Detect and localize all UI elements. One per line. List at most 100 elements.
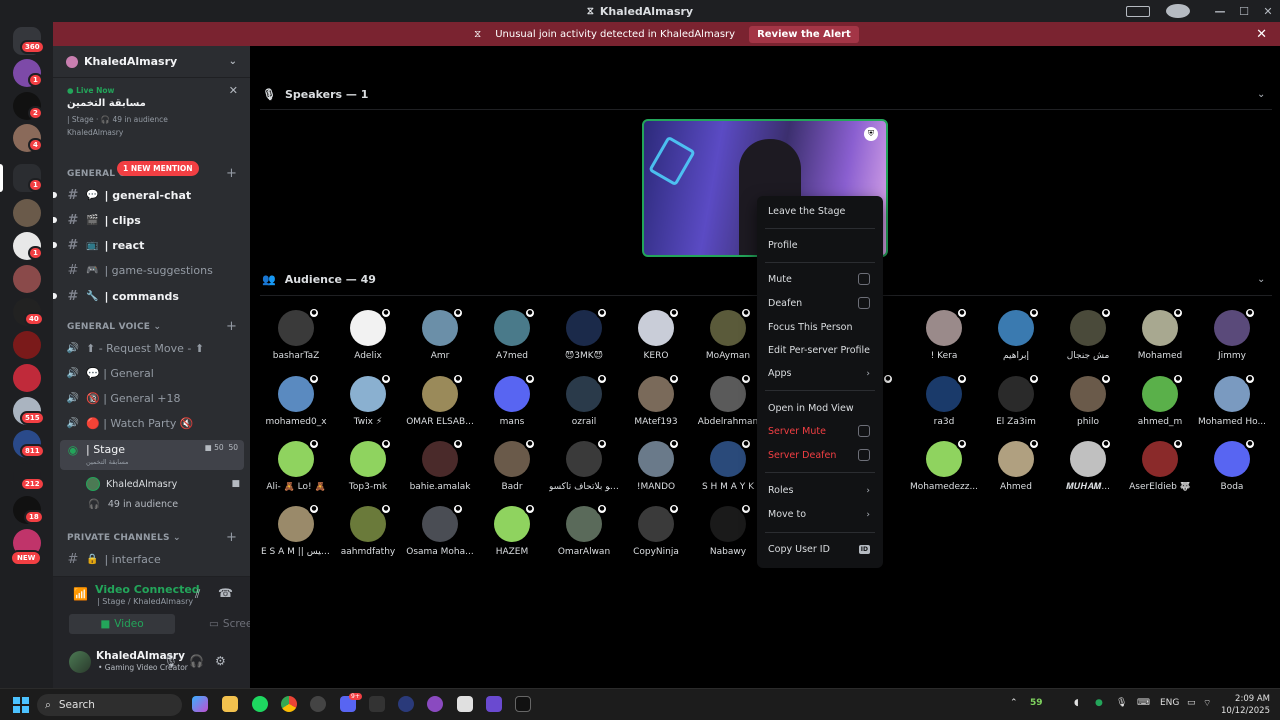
audience-member[interactable]: ● Twix ⚡ — [333, 373, 403, 427]
audience-member[interactable]: ● MoAyman — [693, 307, 763, 361]
audience-member[interactable]: ● Amr — [405, 307, 475, 361]
channel-clips[interactable]: # 🎬 | clips — [60, 209, 244, 231]
audience-member[interactable]: ● A7med — [477, 307, 547, 361]
voice-location[interactable]: | Stage / KhaledAlmasry — [97, 597, 193, 606]
audience-member[interactable]: ● Ali- 🧸 Lo! 🧸 — [261, 438, 331, 492]
taskbar-search[interactable]: ⌕ Search — [37, 694, 182, 716]
audience-header[interactable]: 👥 Audience — 49 — [262, 273, 376, 286]
menu-move-to[interactable]: Move to › — [768, 509, 870, 520]
taskbar-clock[interactable]: 2:09 AM 10/12/2025 — [1221, 693, 1270, 717]
deafen-checkbox[interactable] — [858, 297, 870, 309]
add-channel-icon[interactable]: + — [226, 530, 237, 545]
add-channel-icon[interactable]: + — [226, 319, 237, 334]
audience-member[interactable]: ● El Za3im — [981, 373, 1051, 427]
gamepad-icon[interactable] — [486, 696, 502, 712]
audience-member[interactable]: ● Nabawy — [693, 503, 763, 557]
microphone-icon[interactable]: 🎙 — [163, 654, 178, 668]
audience-member[interactable]: ● Ahmed — [981, 438, 1051, 492]
voice-channel[interactable]: 🔊 🔴 | Watch Party 🔇 — [60, 412, 244, 434]
audience-member[interactable]: ● CopyNinja — [621, 503, 691, 557]
help-icon[interactable]: ? — [1166, 4, 1190, 18]
voice-channel[interactable]: 🔊 ⬆ - Request Move - ⬆ — [60, 337, 244, 359]
close-window-button[interactable]: ✕ — [1256, 5, 1280, 18]
audience-member[interactable]: ● mans — [477, 373, 547, 427]
server-header[interactable]: KhaledAlmasry ⌄ — [53, 46, 250, 78]
tray-temp[interactable]: 59 — [1030, 698, 1043, 708]
close-icon[interactable]: ✕ — [1256, 27, 1267, 42]
audience-member[interactable]: ● aahmdfathy — [333, 503, 403, 557]
app-icon[interactable] — [515, 696, 531, 712]
audience-member[interactable]: ● إبراهيم — [981, 307, 1051, 361]
disconnect-icon[interactable]: ☎ — [218, 586, 233, 600]
menu-mute[interactable]: Mute — [768, 273, 870, 285]
audience-member[interactable]: ● ahmed_m — [1125, 373, 1195, 427]
server-deafen-checkbox[interactable] — [858, 449, 870, 461]
channel-react[interactable]: # 📺 | react — [60, 234, 244, 256]
mute-checkbox[interactable] — [858, 273, 870, 285]
tray-lang[interactable]: ENG — [1160, 698, 1179, 708]
audience-member[interactable]: ● !MANDO — [621, 438, 691, 492]
tray-display-icon[interactable]: ▭ — [1187, 698, 1196, 708]
channel-game-suggestions[interactable]: # 🎮 | game-suggestions — [60, 259, 244, 281]
audience-member[interactable]: ● ! Kera — [909, 307, 979, 361]
audience-member[interactable]: ● 𝑴𝑼𝑯𝑨𝑴... — [1053, 438, 1123, 492]
audience-member[interactable]: ● ra3d — [909, 373, 979, 427]
channel-general-chat[interactable]: # 💬 | general-chat — [60, 184, 244, 206]
channel-interface[interactable]: # 🔒 | interface — [60, 548, 244, 570]
menu-copy-user-id[interactable]: Copy User ID ID — [768, 544, 870, 555]
minimize-button[interactable]: — — [1208, 5, 1232, 18]
app-icon[interactable] — [398, 696, 414, 712]
audience-member[interactable]: ● Abdelrahman — [693, 373, 763, 427]
stage-member[interactable]: KhaledAlmasry ■ — [86, 477, 240, 491]
audience-member[interactable]: ● مش جنجال — [1053, 307, 1123, 361]
audience-member[interactable]: ● philo — [1053, 373, 1123, 427]
category-private[interactable]: PRIVATE CHANNELS ⌄ — [67, 533, 181, 543]
channel-commands[interactable]: # 🔧 | commands — [60, 285, 244, 307]
audience-member[interactable]: ● Osama Moha... — [405, 503, 475, 557]
store-icon[interactable] — [457, 696, 473, 712]
headphones-icon[interactable]: 🎧 — [189, 654, 204, 668]
video-button[interactable]: ■ Video — [69, 614, 175, 634]
tray-mic-icon[interactable]: 🎙 — [1116, 698, 1127, 708]
review-alert-button[interactable]: Review the Alert — [749, 25, 859, 43]
tray-icon[interactable]: ◖ — [1074, 698, 1079, 708]
audience-member[interactable]: ● AserEldieb 🐺 — [1125, 438, 1195, 492]
tray-wifi-icon[interactable]: ⌔ — [1203, 698, 1211, 709]
menu-roles[interactable]: Roles › — [768, 485, 870, 496]
audience-member[interactable]: ● mohamed0_x — [261, 373, 331, 427]
speakers-header[interactable]: 🎙 Speakers — 1 — [262, 88, 368, 101]
tray-status-icon[interactable]: ● — [1095, 698, 1103, 708]
menu-deafen[interactable]: Deafen — [768, 297, 870, 309]
voice-channel[interactable]: 🔊 🔞 | General +18 — [60, 387, 244, 409]
audience-member[interactable]: ● basharTaZ — [261, 307, 331, 361]
add-channel-icon[interactable]: + — [226, 166, 237, 181]
file-explorer-icon[interactable] — [222, 696, 238, 712]
audience-member[interactable]: ● Mohamed Ho... — [1197, 373, 1267, 427]
audience-member[interactable]: ● Top3-mk — [333, 438, 403, 492]
live-stage-card[interactable]: ● Live Now مسابقة التخمين | Stage · 🎧 49… — [61, 82, 242, 141]
audience-member[interactable]: ● Jimmy — [1197, 307, 1267, 361]
voice-status[interactable]: Video Connected — [95, 583, 200, 596]
audience-member[interactable]: ● Badr — [477, 438, 547, 492]
voice-channel[interactable]: 🔊 💬 | General — [60, 362, 244, 384]
server-icon[interactable] — [13, 199, 41, 227]
inbox-icon[interactable] — [1126, 5, 1150, 17]
tray-chevron-icon[interactable]: ⌃ — [1010, 698, 1018, 708]
audience-member[interactable]: ● Mohamedezz... — [909, 438, 979, 492]
audience-member[interactable]: ● OmarAlwan — [549, 503, 619, 557]
tray-keyboard-icon[interactable]: ⌨ — [1137, 698, 1150, 708]
audience-member[interactable]: ● 😈3MK😈 — [549, 307, 619, 361]
audience-member[interactable]: ● OMAR ELSAB... — [405, 373, 475, 427]
gear-icon[interactable]: ⚙ — [215, 654, 226, 668]
chrome-icon[interactable] — [281, 696, 297, 712]
audience-member[interactable]: ● HAZEM — [477, 503, 547, 557]
app-icon[interactable] — [369, 696, 385, 712]
audience-member[interactable]: ● bahie.amalak — [405, 438, 475, 492]
copilot-icon[interactable] — [192, 696, 208, 712]
menu-focus-person[interactable]: Focus This Person — [768, 322, 870, 333]
menu-leave-stage[interactable]: Leave the Stage — [768, 206, 870, 217]
category-voice[interactable]: GENERAL VOICE ⌄ — [67, 322, 161, 332]
audience-member[interactable]: ● E S A M || الرئيس — [261, 503, 331, 557]
audience-member[interactable]: ● S H M A Y K — [693, 438, 763, 492]
app-icon[interactable] — [427, 696, 443, 712]
